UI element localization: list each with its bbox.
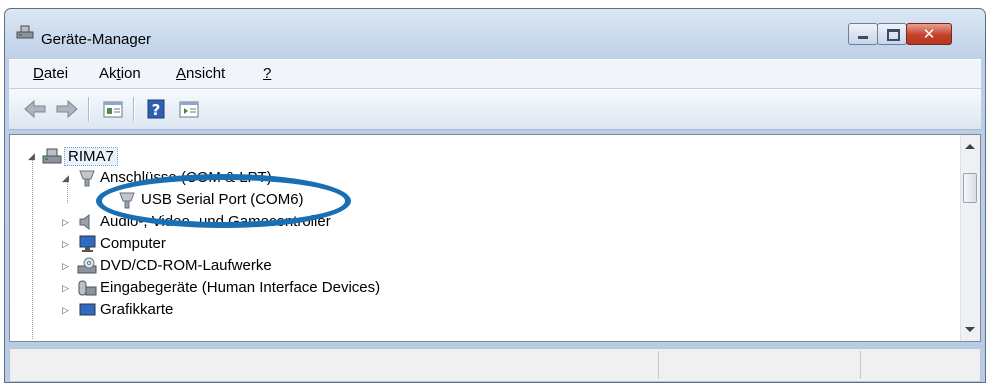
expand-triangle-icon[interactable]: ▷ bbox=[62, 283, 72, 293]
tree-item-dvd[interactable]: ▷ DVD/CD-ROM-Laufwerke bbox=[10, 256, 960, 278]
menu-datei[interactable]: Datei bbox=[33, 65, 68, 82]
display-adapter-icon bbox=[79, 303, 96, 316]
status-pane-divider bbox=[658, 351, 659, 379]
scroll-up-arrow-icon[interactable] bbox=[965, 144, 975, 149]
status-bar bbox=[9, 348, 981, 382]
scroll-down-arrow-icon[interactable] bbox=[965, 327, 975, 332]
back-arrow-icon[interactable] bbox=[23, 98, 47, 120]
tree-item-label: Computer bbox=[100, 235, 166, 252]
title-bar[interactable]: Geräte-Manager ✕ bbox=[5, 9, 985, 57]
menu-help[interactable]: ? bbox=[263, 65, 271, 82]
menu-aktion[interactable]: Aktion bbox=[99, 65, 141, 82]
device-manager-window: Geräte-Manager ✕ Datei Aktion Ansicht ? … bbox=[4, 8, 986, 383]
properties-icon[interactable] bbox=[101, 98, 125, 120]
tree-item-label: Grafikkarte bbox=[100, 301, 174, 318]
window-title: Geräte-Manager bbox=[41, 31, 152, 48]
close-button[interactable]: ✕ bbox=[906, 23, 952, 45]
minimize-button[interactable] bbox=[848, 23, 878, 45]
toolbar-separator bbox=[88, 97, 90, 121]
menu-ansicht[interactable]: Ansicht bbox=[176, 65, 225, 82]
port-connector-icon bbox=[79, 170, 95, 187]
computer-icon bbox=[42, 148, 62, 164]
expand-triangle-icon[interactable]: ▷ bbox=[62, 305, 72, 315]
forward-arrow-icon[interactable] bbox=[55, 98, 79, 120]
expand-triangle-icon[interactable]: ▷ bbox=[62, 261, 72, 271]
toolbar-separator bbox=[133, 97, 135, 121]
status-pane-divider bbox=[860, 351, 861, 379]
tree-item-label: Eingabegeräte (Human Interface Devices) bbox=[100, 279, 381, 296]
tree-item-label: DVD/CD-ROM-Laufwerke bbox=[100, 257, 272, 274]
device-manager-icon bbox=[16, 25, 34, 39]
dvd-drive-icon bbox=[77, 257, 97, 274]
tree-item-root[interactable]: ◢ RIMA7 bbox=[10, 146, 960, 168]
svg-text:?: ? bbox=[152, 101, 161, 119]
tree-item-label: Audio-, Video- und Gamecontroller bbox=[100, 213, 331, 230]
tree-item-computer[interactable]: ▷ Computer bbox=[10, 234, 960, 256]
collapse-triangle-icon[interactable]: ◢ bbox=[28, 151, 38, 161]
speaker-icon bbox=[79, 213, 90, 231]
close-icon: ✕ bbox=[922, 26, 936, 43]
monitor-icon bbox=[79, 235, 96, 252]
input-device-icon bbox=[78, 280, 97, 296]
device-tree[interactable]: ◢ RIMA7 ◢ Anschlüsse (COM & LPT) USB Ser… bbox=[9, 134, 981, 342]
toolbar: ? bbox=[9, 88, 981, 130]
tree-item-ports[interactable]: ◢ Anschlüsse (COM & LPT) bbox=[10, 168, 960, 190]
tree-item-usb-serial-port[interactable]: USB Serial Port (COM6) bbox=[10, 190, 960, 212]
tree-item-graphics[interactable]: ▷ Grafikkarte bbox=[10, 300, 960, 319]
console-tree-icon[interactable] bbox=[177, 98, 201, 120]
expand-triangle-icon[interactable]: ▷ bbox=[62, 239, 72, 249]
tree-item-audio[interactable]: ▷ Audio-, Video- und Gamecontroller bbox=[10, 212, 960, 234]
help-icon[interactable]: ? bbox=[144, 98, 168, 120]
minimize-icon bbox=[858, 36, 868, 39]
maximize-icon bbox=[887, 29, 900, 41]
tree-item-hid[interactable]: ▷ Eingabegeräte (Human Interface Devices… bbox=[10, 278, 960, 300]
collapse-triangle-icon[interactable]: ◢ bbox=[62, 173, 72, 183]
expand-triangle-icon[interactable]: ▷ bbox=[62, 217, 72, 227]
tree-root-label: RIMA7 bbox=[64, 147, 118, 166]
tree-item-label: Anschlüsse (COM & LPT) bbox=[100, 169, 272, 186]
port-connector-icon bbox=[119, 192, 135, 209]
maximize-button[interactable] bbox=[877, 23, 907, 45]
scrollbar-thumb[interactable] bbox=[963, 173, 977, 203]
tree-item-label: USB Serial Port (COM6) bbox=[141, 191, 304, 208]
menu-bar: Datei Aktion Ansicht ? bbox=[9, 59, 981, 88]
vertical-scrollbar[interactable] bbox=[960, 135, 980, 341]
